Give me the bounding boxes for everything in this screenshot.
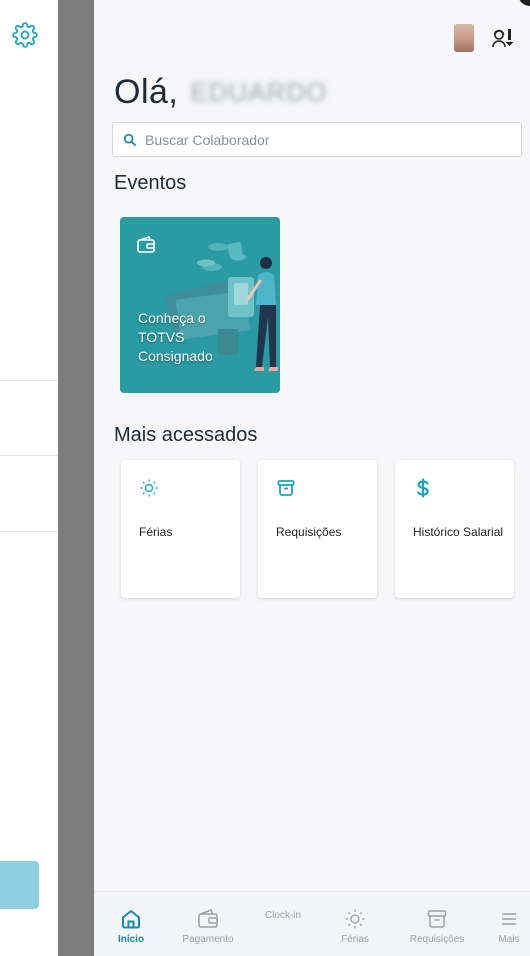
nav-label: Clock-in xyxy=(264,910,302,921)
divider xyxy=(0,455,58,456)
archive-icon xyxy=(427,910,447,928)
nav-pagamento[interactable]: Pagamento xyxy=(178,892,238,956)
divider xyxy=(0,380,58,381)
quick-access-ferias[interactable]: Férias xyxy=(121,460,240,598)
nav-inicio[interactable]: Início xyxy=(114,892,148,956)
wallet-icon xyxy=(198,909,218,928)
dollar-icon xyxy=(417,478,429,498)
home-screen: Olá, EDUARDO Eventos xyxy=(94,0,530,956)
bottom-navigation: Início Pagamento Clock-in Férias Requisi… xyxy=(94,891,530,956)
nav-mais[interactable]: Mais xyxy=(494,892,524,956)
divider xyxy=(0,531,58,532)
event-card-line: Conheça o xyxy=(138,310,206,326)
home-icon xyxy=(122,909,140,929)
background-action-button[interactable] xyxy=(0,861,39,909)
nav-requisicoes[interactable]: Requisições xyxy=(405,892,469,956)
greeting-text: Olá, xyxy=(114,72,179,111)
most-accessed-title: Mais acessados xyxy=(114,424,258,446)
quick-access-historico-salarial[interactable]: Histórico Salarial xyxy=(395,460,514,598)
greeting: Olá, EDUARDO xyxy=(114,72,327,112)
background-panel xyxy=(0,0,60,956)
quick-access-label: Histórico Salarial xyxy=(413,525,504,539)
user-avatar[interactable] xyxy=(454,24,474,52)
events-title: Eventos xyxy=(114,172,187,194)
quick-access-label: Requisições xyxy=(276,525,342,539)
wallet-icon xyxy=(137,235,155,253)
nav-label: Férias xyxy=(341,934,369,945)
panel-separator xyxy=(58,0,94,956)
event-card-title: Conheça o TOTVS Consignado xyxy=(138,309,268,366)
nav-label: Requisições xyxy=(409,934,465,945)
sun-icon xyxy=(345,909,365,929)
search-icon xyxy=(123,133,137,146)
search-input[interactable] xyxy=(145,131,505,148)
archive-icon xyxy=(277,480,295,496)
event-card-line: Consignado xyxy=(138,348,213,364)
nav-label: Pagamento xyxy=(182,934,234,945)
menu-icon xyxy=(502,913,516,925)
nav-ferias[interactable]: Férias xyxy=(338,892,372,956)
support-agent-icon[interactable] xyxy=(490,26,518,50)
quick-access-label: Férias xyxy=(139,525,173,539)
search-box[interactable] xyxy=(112,122,522,157)
event-card-line: TOTVS xyxy=(138,329,185,345)
user-name: EDUARDO xyxy=(190,76,328,107)
corner-decoration xyxy=(518,0,530,6)
settings-gear-icon[interactable] xyxy=(12,22,38,48)
event-card-totvs-consignado[interactable]: Conheça o TOTVS Consignado xyxy=(120,217,280,393)
nav-label: Mais xyxy=(498,934,520,945)
sun-icon xyxy=(140,479,158,497)
nav-label: Início xyxy=(117,934,145,945)
nav-clock-in[interactable]: Clock-in xyxy=(258,892,308,956)
quick-access-requisicoes[interactable]: Requisições xyxy=(258,460,377,598)
